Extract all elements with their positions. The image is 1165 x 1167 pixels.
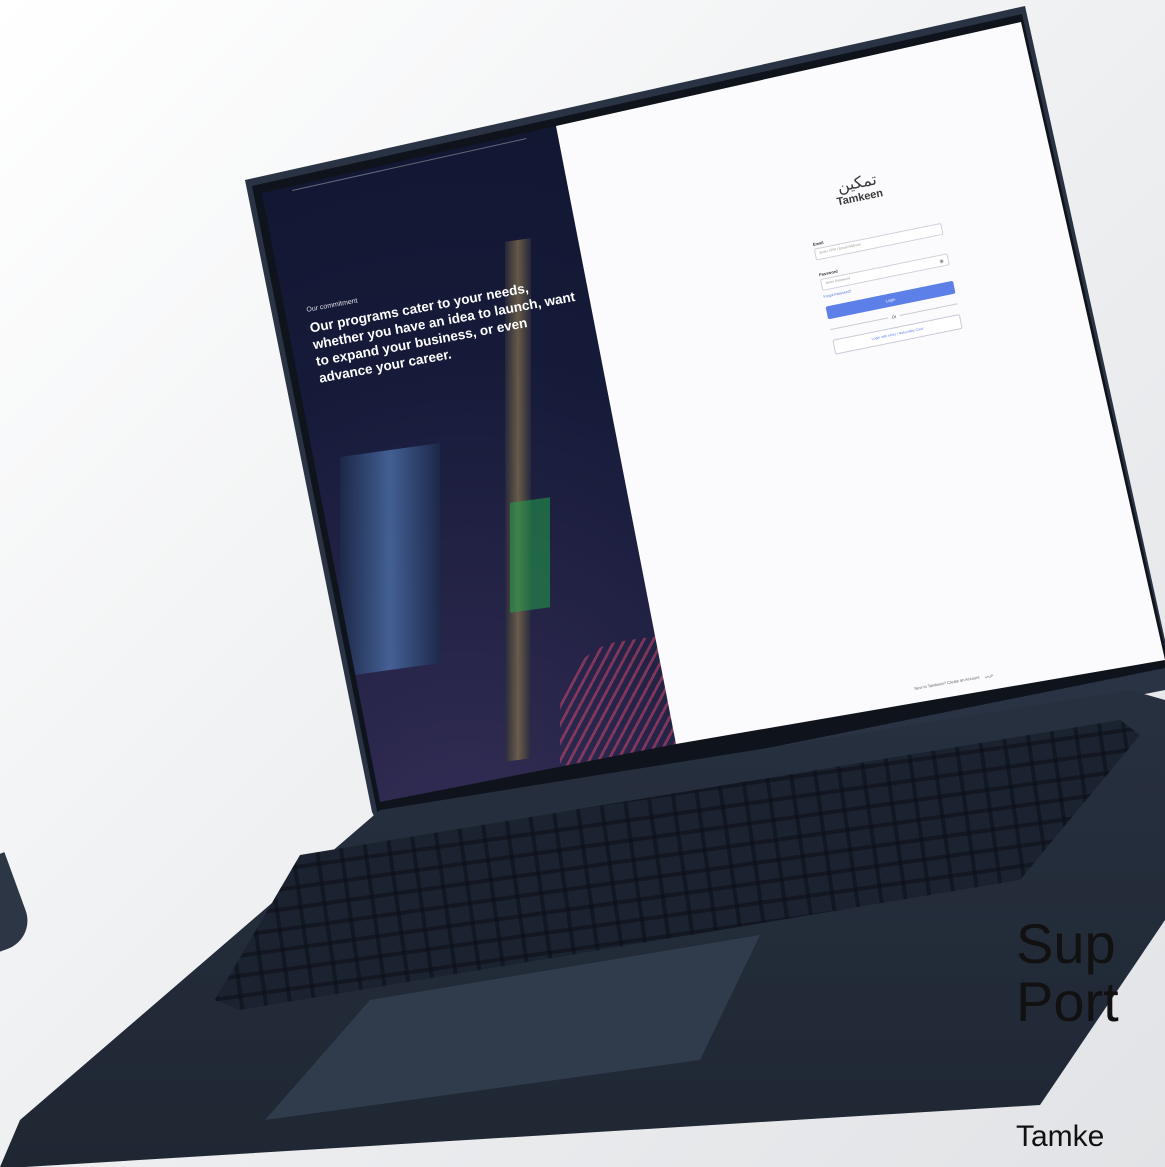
- divider-line-right: [899, 303, 958, 316]
- promo-headline-line2: Port: [1016, 970, 1119, 1033]
- login-button[interactable]: Login: [825, 280, 956, 320]
- lit-building: [340, 442, 440, 678]
- promo-subline: Tamke: [1016, 1120, 1105, 1153]
- password-placeholder: Enter Password: [825, 276, 851, 286]
- eye-icon[interactable]: ◉: [939, 258, 944, 265]
- green-building: [510, 497, 550, 613]
- laptop-mockup: Our commitment Our programs cater to you…: [0, 0, 1165, 1167]
- promo-headline: Sup Port: [1016, 915, 1119, 1031]
- promo-headline-line1: Sup: [1016, 912, 1116, 975]
- or-text: Or: [891, 313, 897, 320]
- divider-line-left: [830, 317, 888, 331]
